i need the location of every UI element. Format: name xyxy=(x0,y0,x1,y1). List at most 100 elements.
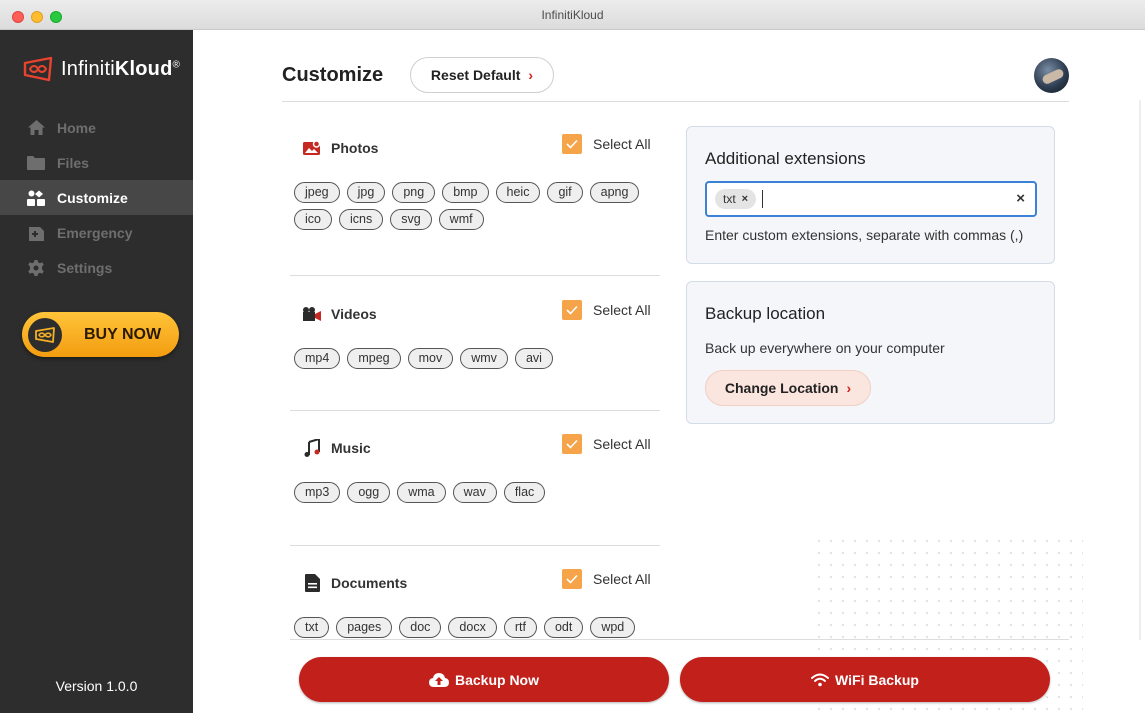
version-label: Version 1.0.0 xyxy=(55,678,138,694)
video-icon xyxy=(302,304,322,324)
avatar[interactable] xyxy=(1034,58,1069,93)
extension-tag[interactable]: docx xyxy=(448,617,497,638)
select-all-videos-checkbox[interactable]: Select All xyxy=(562,300,651,320)
customize-icon xyxy=(27,190,45,206)
sidebar-item-home[interactable]: Home xyxy=(0,110,193,145)
extension-tags: mp4 mpeg mov wmv avi xyxy=(294,348,644,369)
extension-input[interactable]: txt × × xyxy=(705,181,1037,217)
remove-chip-icon[interactable]: × xyxy=(742,189,748,209)
checkmark-icon xyxy=(562,134,582,154)
category-list[interactable]: Photos Select All jpeg jpg png bmp heic … xyxy=(290,120,660,638)
cloud-upload-icon xyxy=(428,672,449,687)
extension-tag[interactable]: odt xyxy=(543,617,584,638)
extension-tag[interactable]: avi xyxy=(514,348,553,369)
extension-tag[interactable]: gif xyxy=(547,182,583,203)
extension-tag[interactable]: mov xyxy=(407,348,454,369)
backup-now-button[interactable]: Backup Now xyxy=(299,657,669,702)
select-all-documents-checkbox[interactable]: Select All xyxy=(562,569,651,589)
category-header: Videos xyxy=(302,304,377,324)
extension-tag[interactable]: ico xyxy=(294,209,332,230)
wifi-icon xyxy=(811,673,830,687)
checkmark-icon xyxy=(562,434,582,454)
extension-tag[interactable]: wmv xyxy=(460,348,508,369)
chevron-right-icon: › xyxy=(528,67,534,83)
extension-tag[interactable]: svg xyxy=(390,209,432,230)
footer-divider xyxy=(290,639,1069,640)
extension-hint: Enter custom extensions, separate with c… xyxy=(705,227,1024,243)
brand-logo: InfinitiKloud® xyxy=(21,54,180,84)
reset-default-button[interactable]: Reset Default › xyxy=(410,57,554,93)
sidebar-item-settings[interactable]: Settings xyxy=(0,250,193,285)
page-title: Customize xyxy=(282,64,384,86)
extension-chip-label: txt xyxy=(723,192,736,206)
title-bar: InfinitiKloud xyxy=(0,0,1145,30)
select-all-label: Select All xyxy=(593,136,651,152)
photo-icon xyxy=(302,138,322,158)
backup-location-card: Backup location Back up everywhere on yo… xyxy=(686,281,1055,424)
header-divider xyxy=(282,101,1069,102)
extension-tag[interactable]: icns xyxy=(338,209,384,230)
sidebar-item-customize[interactable]: Customize xyxy=(0,180,193,215)
extension-tag[interactable]: apng xyxy=(589,182,640,203)
extension-tag[interactable]: rtf xyxy=(503,617,537,638)
infinity-logo-icon xyxy=(23,56,53,82)
change-location-label: Change Location xyxy=(724,380,839,396)
select-all-label: Select All xyxy=(593,571,651,587)
extension-tag[interactable]: txt xyxy=(294,617,330,638)
extension-tag[interactable]: wma xyxy=(397,482,446,503)
extension-tag[interactable]: doc xyxy=(399,617,442,638)
brand-name: InfinitiKloud® xyxy=(61,57,181,80)
scrollbar[interactable] xyxy=(1139,100,1141,640)
category-name: Music xyxy=(331,440,371,456)
sidebar-item-label: Emergency xyxy=(57,224,133,241)
extension-tag[interactable]: mp3 xyxy=(294,482,341,503)
extension-chip: txt × xyxy=(715,189,757,209)
extension-tag[interactable]: png xyxy=(392,182,436,203)
sidebar-item-files[interactable]: Files xyxy=(0,145,193,180)
checkmark-icon xyxy=(562,569,582,589)
extension-tag[interactable]: jpg xyxy=(346,182,386,203)
main-content: Customize Reset Default › Photos Select … xyxy=(193,30,1145,713)
extension-tag[interactable]: mp4 xyxy=(294,348,341,369)
sidebar-item-label: Settings xyxy=(57,259,113,276)
extension-tag[interactable]: mpeg xyxy=(347,348,401,369)
extension-tag[interactable]: pages xyxy=(336,617,393,638)
extension-tag[interactable]: wpd xyxy=(590,617,636,638)
category-divider xyxy=(290,275,660,276)
sidebar-nav: Home Files Customize Emergency Settings xyxy=(0,110,193,285)
sidebar: InfinitiKloud® Home Files Customize Emer… xyxy=(0,30,193,713)
checkmark-icon xyxy=(562,300,582,320)
buy-now-label: BUY NOW xyxy=(84,325,162,343)
emergency-icon xyxy=(27,225,45,241)
category-header: Documents xyxy=(302,573,407,593)
select-all-photos-checkbox[interactable]: Select All xyxy=(562,134,651,154)
extension-tag[interactable]: wav xyxy=(452,482,497,503)
category-header: Photos xyxy=(302,138,378,158)
select-all-label: Select All xyxy=(593,436,651,452)
clear-input-icon[interactable]: × xyxy=(1016,190,1025,207)
extension-tag[interactable]: ogg xyxy=(347,482,391,503)
sidebar-item-label: Files xyxy=(57,154,89,171)
extension-tag[interactable]: flac xyxy=(503,482,546,503)
wifi-backup-button[interactable]: WiFi Backup xyxy=(680,657,1050,702)
buy-now-button[interactable]: BUY NOW xyxy=(22,312,179,357)
gear-icon xyxy=(27,259,45,276)
backup-location-description: Back up everywhere on your computer xyxy=(705,340,945,356)
extension-tag[interactable]: bmp xyxy=(442,182,489,203)
additional-extensions-card: Additional extensions txt × × Enter cust… xyxy=(686,126,1055,264)
select-all-music-checkbox[interactable]: Select All xyxy=(562,434,651,454)
app-window: InfinitiKloud InfinitiKloud® Home Files … xyxy=(0,0,1145,713)
sidebar-item-label: Customize xyxy=(57,189,128,206)
extension-tag[interactable]: jpeg xyxy=(294,182,340,203)
extension-tag[interactable]: heic xyxy=(495,182,541,203)
window-title: InfinitiKloud xyxy=(541,8,604,22)
sidebar-item-emergency[interactable]: Emergency xyxy=(0,215,193,250)
select-all-label: Select All xyxy=(593,302,651,318)
card-title: Additional extensions xyxy=(705,149,866,168)
category-divider xyxy=(290,410,660,411)
change-location-button[interactable]: Change Location › xyxy=(705,370,871,406)
chevron-right-icon: › xyxy=(846,380,852,396)
extension-tag[interactable]: wmf xyxy=(438,209,484,230)
folder-icon xyxy=(27,155,45,171)
text-cursor xyxy=(762,190,764,208)
